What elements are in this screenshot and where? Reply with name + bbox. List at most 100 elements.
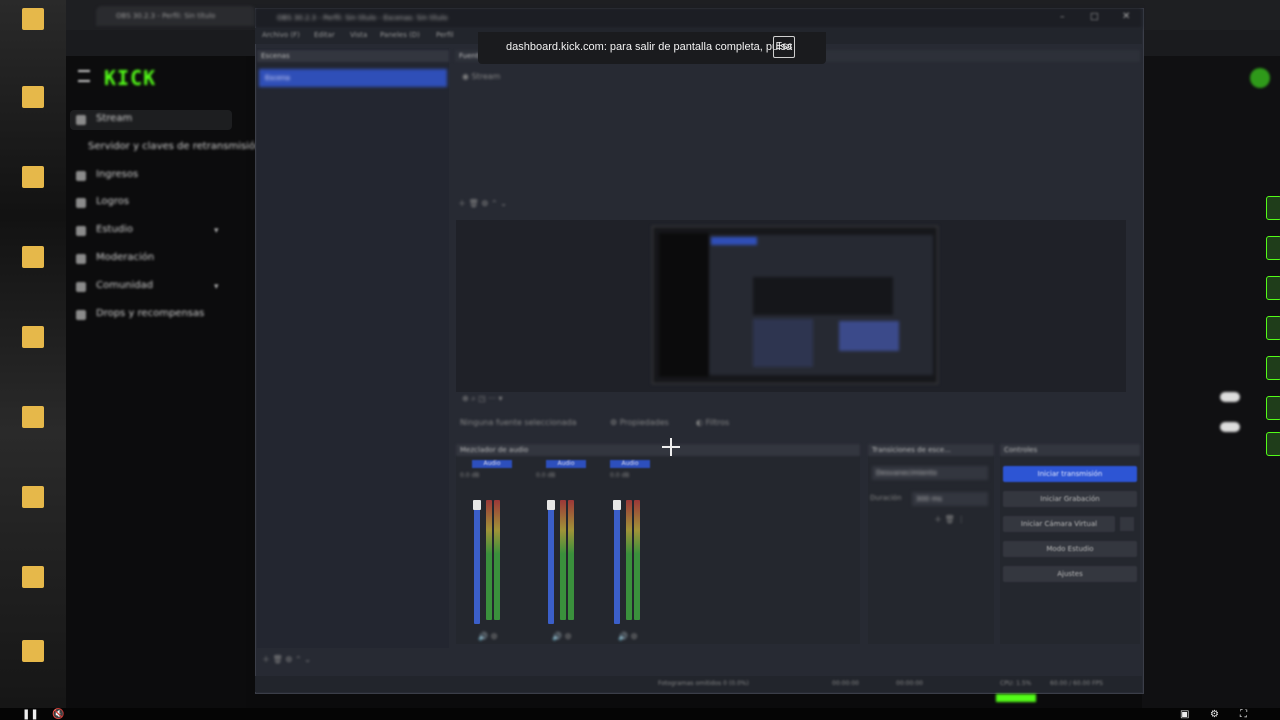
settings-icon[interactable]: ⚙ xyxy=(1210,710,1219,720)
trash-icon[interactable]: 🗑 xyxy=(945,515,955,524)
folder-icon[interactable] xyxy=(22,246,44,268)
arrow-down-icon[interactable]: ⌄ xyxy=(500,199,507,208)
toggle-button[interactable] xyxy=(1266,276,1280,300)
folder-icon[interactable] xyxy=(22,326,44,348)
nav-moderacion[interactable]: Moderación xyxy=(96,252,154,263)
nav-ingresos[interactable]: Ingresos xyxy=(96,169,138,180)
rec-timer: 00:00:00 xyxy=(896,680,923,687)
start-virtual-camera-button[interactable]: Iniciar Cámara Virtual xyxy=(1003,516,1115,532)
no-source-label: Ninguna fuente seleccionada xyxy=(460,418,577,427)
folder-icon[interactable] xyxy=(22,566,44,588)
volume-meter xyxy=(486,500,492,620)
menu-vista[interactable]: Vista xyxy=(350,31,367,39)
menu-editar[interactable]: Editar xyxy=(314,31,335,39)
gear-icon[interactable]: ⚙ xyxy=(565,632,572,641)
more-icon[interactable]: ⋮ xyxy=(957,515,965,524)
trash-icon[interactable]: 🗑 xyxy=(469,199,482,208)
nav-estudio[interactable]: Estudio xyxy=(96,224,133,235)
browser-tab[interactable]: OBS 30.2.3 - Perfil: Sin título xyxy=(96,6,256,26)
toggle-button[interactable] xyxy=(1266,356,1280,380)
nav-stream[interactable]: Stream xyxy=(96,113,132,124)
fps-readout: 60.00 / 60.00 FPS xyxy=(1050,680,1103,687)
speaker-icon[interactable]: 🔊 xyxy=(552,632,562,641)
source-list-item[interactable]: ◉ Stream xyxy=(462,72,500,81)
switch-toggle[interactable] xyxy=(1220,392,1240,402)
chevron-down-icon[interactable]: ▾ xyxy=(214,226,219,236)
toggle-button[interactable] xyxy=(1266,196,1280,220)
menu-paneles[interactable]: Paneles (D) xyxy=(380,31,420,39)
minimize-icon[interactable]: – xyxy=(1060,12,1065,22)
chevron-down-icon[interactable]: ▾ xyxy=(214,282,219,292)
nav-server-keys[interactable]: Servidor y claves de retransmisión xyxy=(88,141,261,152)
folder-icon[interactable] xyxy=(22,406,44,428)
volume-meter xyxy=(634,500,640,620)
menu-perfil[interactable]: Perfil xyxy=(436,31,454,39)
volume-fader[interactable] xyxy=(474,504,480,624)
mixer-db-readout: 0.0 dB xyxy=(536,472,556,479)
add-icon[interactable]: ＋ xyxy=(458,199,469,208)
speaker-icon[interactable]: 🔊 xyxy=(478,632,488,641)
gear-icon[interactable] xyxy=(1120,517,1134,531)
trash-icon[interactable]: 🗑 xyxy=(273,655,283,664)
arrow-up-icon[interactable]: ⌃ xyxy=(295,655,302,664)
maximize-icon[interactable]: □ xyxy=(1090,12,1099,22)
speaker-icon[interactable]: 🔊 xyxy=(618,632,628,641)
switch-toggle[interactable] xyxy=(1220,422,1240,432)
studio-mode-button[interactable]: Modo Estudio xyxy=(1003,541,1137,557)
kick-sidebar xyxy=(66,56,246,720)
kick-logo[interactable]: KICK xyxy=(104,66,156,90)
mixer-dock-header: Mezclador de audio xyxy=(456,444,860,456)
menu-icon[interactable] xyxy=(78,70,90,82)
scene-list-item[interactable]: Escena xyxy=(259,69,447,87)
pause-icon[interactable]: ❚❚ xyxy=(22,710,39,720)
gift-icon xyxy=(76,310,86,320)
folder-icon[interactable] xyxy=(22,166,44,188)
toggle-button[interactable] xyxy=(1266,236,1280,260)
kick-right-panel xyxy=(1142,56,1280,720)
studio-icon xyxy=(76,226,86,236)
folder-icon[interactable] xyxy=(22,86,44,108)
arrow-up-icon[interactable]: ⌃ xyxy=(491,199,500,208)
mute-icon[interactable]: 🔇 xyxy=(52,710,64,720)
esc-key-badge: Esc xyxy=(773,36,795,58)
folder-icon[interactable] xyxy=(22,8,44,30)
nav-comunidad[interactable]: Comunidad xyxy=(96,280,153,291)
picture-in-picture-icon[interactable]: ▣ xyxy=(1180,710,1189,720)
volume-fader-handle[interactable] xyxy=(547,500,555,510)
volume-fader[interactable] xyxy=(548,504,554,624)
mixer-channel-name: Audio xyxy=(546,460,586,468)
duration-spinbox[interactable]: 300 ms xyxy=(912,492,988,506)
folder-icon[interactable] xyxy=(22,486,44,508)
toggle-button[interactable] xyxy=(1266,316,1280,340)
eye-icon[interactable]: ◉ xyxy=(462,72,472,81)
gear-icon[interactable]: ⚙ xyxy=(491,632,498,641)
mixer-channel-name: Audio xyxy=(610,460,650,468)
fullscreen-icon[interactable]: ⛶ xyxy=(1240,710,1247,720)
start-recording-button[interactable]: Iniciar Grabación xyxy=(1003,491,1137,507)
gear-icon[interactable]: ⚙ xyxy=(285,655,292,664)
volume-fader-handle[interactable] xyxy=(473,500,481,510)
avatar[interactable] xyxy=(1250,68,1270,88)
add-icon[interactable]: ＋ xyxy=(934,515,942,524)
filters-button[interactable]: ◐ Filtros xyxy=(696,418,729,427)
nav-logros[interactable]: Logros xyxy=(96,196,129,207)
nav-drops[interactable]: Drops y recompensas xyxy=(96,308,204,319)
settings-button[interactable]: Ajustes xyxy=(1003,566,1137,582)
gear-icon[interactable]: ⚙ xyxy=(631,632,638,641)
mixer-channel-name: Audio xyxy=(472,460,512,468)
volume-fader[interactable] xyxy=(614,504,620,624)
add-icon[interactable]: ＋ xyxy=(262,655,270,664)
toggle-button[interactable] xyxy=(1266,432,1280,456)
folder-icon[interactable] xyxy=(22,640,44,662)
transition-select[interactable]: Desvanecimiento xyxy=(872,466,988,480)
arrow-down-icon[interactable]: ⌄ xyxy=(304,655,311,664)
scenes-toolbar: ＋ 🗑 ⚙ ⌃ ⌄ xyxy=(262,654,311,665)
menu-archivo[interactable]: Archivo (F) xyxy=(262,31,300,39)
close-icon[interactable]: ✕ xyxy=(1122,11,1130,22)
properties-button[interactable]: ⚙ Propiedades xyxy=(610,418,669,427)
start-streaming-button[interactable]: Iniciar transmisión xyxy=(1003,466,1137,482)
gear-icon[interactable]: ⚙ xyxy=(481,199,491,208)
toggle-button[interactable] xyxy=(1266,396,1280,420)
scenes-dock-header: Escenas xyxy=(257,50,449,62)
volume-fader-handle[interactable] xyxy=(613,500,621,510)
